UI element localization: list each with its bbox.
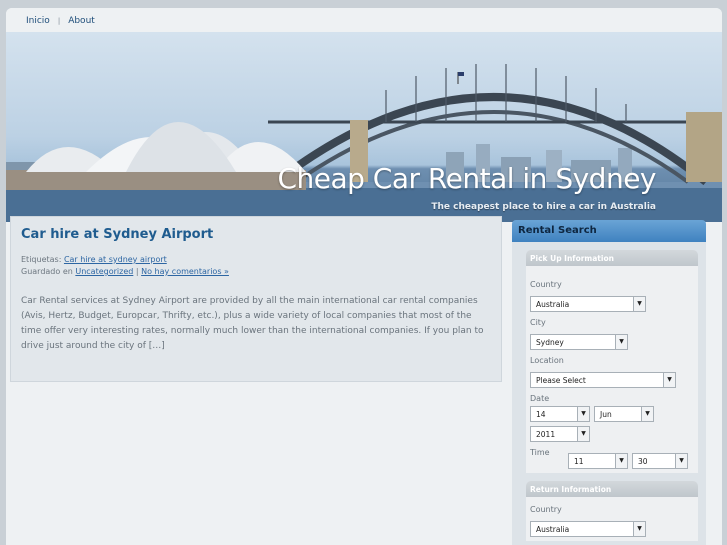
pickup-hour-select[interactable]: 11 ▼ [568,453,628,469]
nav-link-about[interactable]: About [68,16,95,26]
pickup-location-value: Please Select [536,376,586,385]
pickup-country-select[interactable]: Australia ▼ [530,296,646,312]
pickup-date-label: Date [530,394,550,403]
site-title[interactable]: Cheap Car Rental in Sydney [277,162,656,195]
saved-label: Guardado en [21,267,73,276]
chevron-down-icon: ▼ [641,407,653,421]
page: Inicio | About Cheap Car Rental in Sydne… [6,8,722,545]
post-title-link[interactable]: Car hire at Sydney Airport [21,227,491,242]
pickup-month-value: Jun [600,410,612,419]
post-tags: Etiquetas: Car hire at sydney airport [21,254,491,266]
tags-label: Etiquetas: [21,255,62,264]
header-banner: Cheap Car Rental in Sydney The cheapest … [6,32,722,222]
chevron-down-icon: ▼ [675,454,687,468]
pickup-location-select[interactable]: Please Select ▼ [530,372,676,388]
return-box: Country Australia ▼ [526,497,698,541]
return-country-select[interactable]: Australia ▼ [530,521,646,537]
pickup-minute-value: 30 [638,457,648,466]
pickup-year-value: 2011 [536,430,556,439]
chevron-down-icon: ▼ [615,335,627,349]
rental-search-widget: Rental Search Pick Up Information Countr… [512,220,706,545]
rental-search-title: Rental Search [512,220,706,242]
meta-separator: | [135,267,139,276]
nav-separator: | [57,17,61,25]
pickup-city-value: Sydney [536,338,564,347]
pickup-time-label: Time [530,448,550,457]
category-link[interactable]: Uncategorized [75,267,133,276]
comments-link[interactable]: No hay comentarios » [141,267,229,276]
pickup-heading: Pick Up Information [526,250,698,266]
post-category: Guardado en Uncategorized | No hay comen… [21,266,491,278]
chevron-down-icon: ▼ [577,407,589,421]
chevron-down-icon: ▼ [577,427,589,441]
tag-link[interactable]: Car hire at sydney airport [64,255,167,264]
chevron-down-icon: ▼ [615,454,627,468]
pickup-hour-value: 11 [574,457,584,466]
chevron-down-icon: ▼ [663,373,675,387]
pickup-country-value: Australia [536,300,570,309]
pickup-box: Country Australia ▼ City Sydney ▼ Locati… [526,266,698,473]
pickup-month-select[interactable]: Jun ▼ [594,406,654,422]
pickup-year-select[interactable]: 2011 ▼ [530,426,590,442]
pickup-city-label: City [530,318,546,327]
return-country-label: Country [530,505,562,514]
pickup-day-select[interactable]: 14 ▼ [530,406,590,422]
return-country-value: Australia [536,525,570,534]
chevron-down-icon: ▼ [633,297,645,311]
pickup-country-label: Country [530,280,562,289]
chevron-down-icon: ▼ [633,522,645,536]
rental-search-body: Pick Up Information Country Australia ▼ … [512,242,706,545]
return-heading: Return Information [526,481,698,497]
pickup-minute-select[interactable]: 30 ▼ [632,453,688,469]
top-nav: Inicio | About [6,8,722,34]
pickup-day-value: 14 [536,410,546,419]
pickup-location-label: Location [530,356,564,365]
pickup-city-select[interactable]: Sydney ▼ [530,334,628,350]
nav-link-inicio[interactable]: Inicio [26,16,50,26]
post-excerpt: Car Rental services at Sydney Airport ar… [21,296,484,351]
site-tagline: The cheapest place to hire a car in Aust… [431,202,656,212]
post-article: Car hire at Sydney Airport Etiquetas: Ca… [10,216,502,382]
